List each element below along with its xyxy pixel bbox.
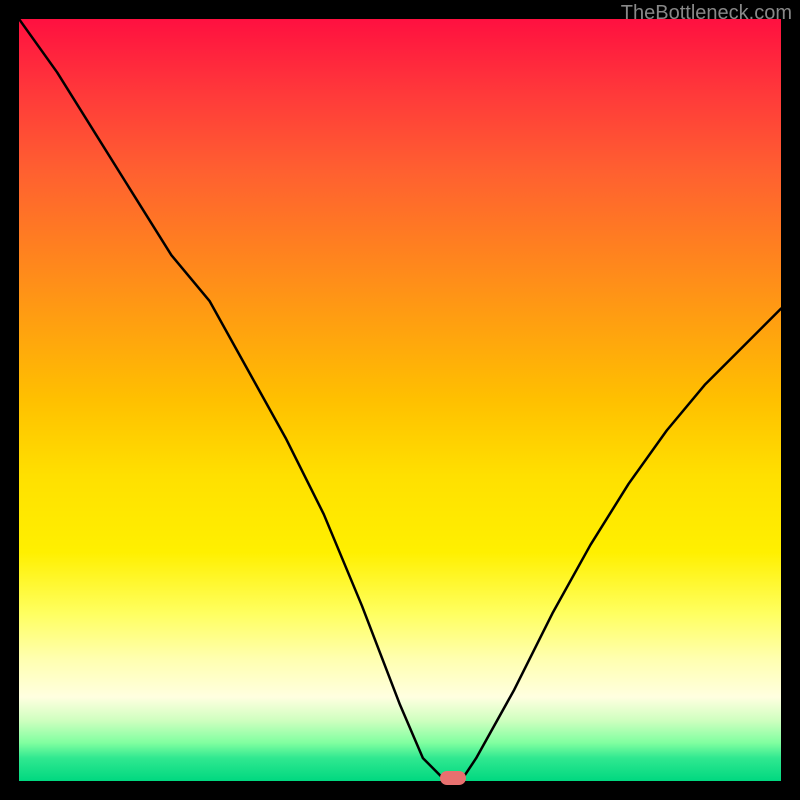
watermark-text: TheBottleneck.com bbox=[621, 2, 792, 25]
optimum-marker bbox=[440, 771, 466, 785]
bottleneck-curve bbox=[19, 19, 781, 781]
plot-area bbox=[19, 19, 781, 781]
chart-container: TheBottleneck.com bbox=[0, 0, 800, 800]
